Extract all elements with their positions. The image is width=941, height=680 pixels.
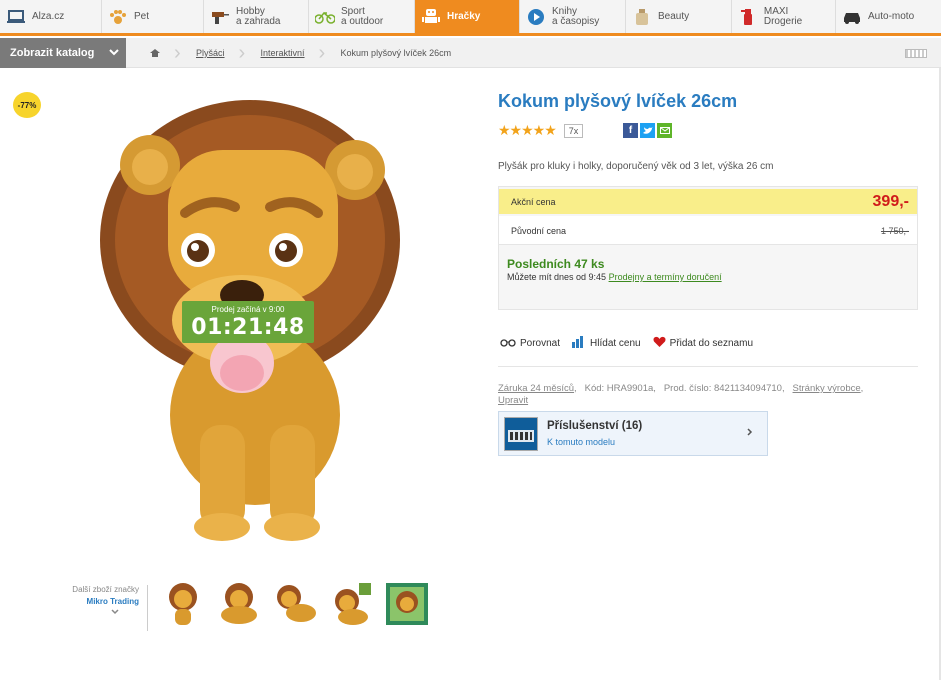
delivery-link[interactable]: Prodejny a termíny doručení [609,272,722,282]
brand-link[interactable]: Mikro Trading [56,597,139,606]
original-price-row: Původní cena 1 750,- [499,216,917,245]
accessory-thumbnail [504,417,538,451]
home-icon[interactable] [136,38,174,68]
thumbnail[interactable] [160,580,206,628]
sale-price-label: Akční cena [511,197,556,207]
breadcrumb-separator: › [318,42,326,64]
top-navigation: Alza.cz Pet Hobby a zahrada Sport a outd… [0,0,941,36]
product-meta: Záruka 24 měsíců, Kód: HRA9901a, Prod. č… [498,383,864,406]
breadcrumb-separator: › [174,42,181,64]
grid-view-icon[interactable] [905,49,927,58]
accessories-title: Příslušenství (16) [547,420,643,432]
heart-icon [653,336,666,351]
sale-price-row: Akční cena 399,- [499,189,917,214]
bicycle-icon [315,8,335,26]
brand-box: Další zboží značky Mikro Trading [56,585,148,631]
product-description: Plyšák pro kluky i holky, doporučený věk… [498,161,774,172]
nav-tab-pet[interactable]: Pet [102,0,204,33]
brand-caption: Další zboží značky [72,585,139,594]
laptop-icon [6,8,26,26]
nav-tab-auto-moto[interactable]: Auto-moto [836,0,941,33]
compare-icon [500,337,516,350]
nav-tab-hracky[interactable]: Hračky [415,0,520,33]
add-to-list-button[interactable]: Přidat do seznamu [653,336,753,351]
product-code: Kód: HRA9901a, [584,383,656,394]
breadcrumb: › Plyšáci › Interaktivní › Kokum plyšový… [136,38,465,68]
spray-icon [738,8,758,26]
robot-icon [421,8,441,26]
breadcrumb-item[interactable]: Plyšáci [182,38,239,68]
paw-icon [108,8,128,26]
chevron-down-icon [109,47,119,60]
thumbnail[interactable] [272,580,318,628]
nav-tab-beauty[interactable]: Beauty [626,0,732,33]
facebook-icon[interactable]: f [623,123,638,138]
thumbnail[interactable] [328,580,374,628]
price-box: Akční cena 399,- Původní cena 1 750,- Po… [498,186,918,310]
discount-badge: -77% [13,92,41,118]
watch-price-button[interactable]: Hlídat cenu [572,336,641,351]
thumbnail-strip [160,580,430,628]
sale-countdown: Prodej začíná v 9:00 01:21:48 [182,301,314,343]
nav-tab-alza[interactable]: Alza.cz [0,0,102,33]
divider [498,366,918,367]
chevron-right-icon [747,428,753,438]
nav-tab-hobby[interactable]: Hobby a zahrada [204,0,309,33]
edit-link[interactable]: Upravit [498,395,528,406]
accessories-box[interactable]: Příslušenství (16) K tomuto modelu [498,411,768,456]
rating-count[interactable]: 7x [563,123,584,138]
stock-status: Posledních 47 ks [507,257,605,271]
rating[interactable]: ★★★★★ 7x [498,122,584,139]
product-title: Kokum plyšový lvíček 26cm [498,91,738,111]
chevron-down-icon[interactable] [56,607,139,617]
thumbnail[interactable] [384,580,430,628]
nav-tab-sport[interactable]: Sport a outdoor [309,0,415,33]
availability: Můžete mít dnes od 9:45 Prodejny a termí… [507,272,722,282]
original-price: 1 750,- [880,226,909,236]
nav-tab-maxi-drogerie[interactable]: MAXI Drogerie [732,0,836,33]
original-price-label: Původní cena [511,226,567,236]
compare-button[interactable]: Porovnat [500,337,560,350]
share-buttons: f [623,123,672,138]
breadcrumb-current: Kokum plyšový lvíček 26cm [340,48,452,58]
chart-icon [572,336,586,351]
breadcrumb-bar: Zobrazit katalog › Plyšáci › Interaktivn… [0,38,941,68]
show-catalog-button[interactable]: Zobrazit katalog [0,38,126,68]
thumbnail[interactable] [216,580,262,628]
product-actions: Porovnat Hlídat cenu Přidat do seznamu [500,336,753,351]
countdown-label: Prodej začíná v 9:00 [211,305,285,314]
warranty-link[interactable]: Záruka 24 měsíců [498,383,574,394]
nav-tab-knihy[interactable]: Knihy a časopisy [520,0,626,33]
drill-icon [210,8,230,26]
twitter-icon[interactable] [640,123,655,138]
manufacturer-link[interactable]: Stránky výrobce [793,383,861,394]
perfume-icon [632,8,652,26]
email-icon[interactable] [657,123,672,138]
car-icon [842,8,862,26]
countdown-time: 01:21:48 [191,315,305,340]
breadcrumb-separator: › [238,42,246,64]
product-number: Prod. číslo: 8421134094710, [663,383,785,394]
accessories-subtitle: K tomuto modelu [547,437,616,447]
play-icon [526,8,546,26]
rating-stars: ★★★★★ [498,122,557,138]
sale-price: 399,- [872,193,909,210]
breadcrumb-item[interactable]: Interaktivní [247,38,319,68]
